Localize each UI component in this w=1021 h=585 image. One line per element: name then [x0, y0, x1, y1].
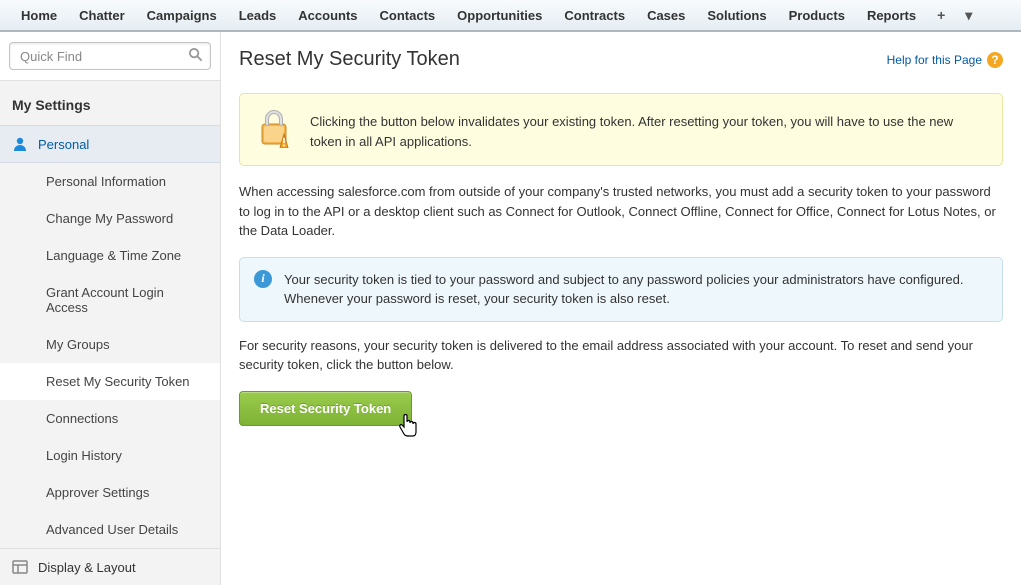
instruction-paragraph: For security reasons, your security toke… [239, 336, 1003, 375]
warning-text: Clicking the button below invalidates yo… [310, 108, 986, 151]
sidebar-item-advanced-user-details[interactable]: Advanced User Details [0, 511, 220, 548]
nav-tab-home[interactable]: Home [10, 0, 68, 31]
person-icon [12, 136, 28, 152]
sidebar-item-personal-information[interactable]: Personal Information [0, 163, 220, 200]
sidebar-item-grant-login-access[interactable]: Grant Account Login Access [0, 274, 220, 326]
nav-tab-cases[interactable]: Cases [636, 0, 696, 31]
nav-tab-reports[interactable]: Reports [856, 0, 927, 31]
sidebar-heading: My Settings [0, 81, 220, 125]
more-tabs-icon[interactable]: ▾ [955, 0, 982, 32]
warning-box: Clicking the button below invalidates yo… [239, 93, 1003, 166]
info-box: i Your security token is tied to your pa… [239, 257, 1003, 322]
nav-tab-chatter[interactable]: Chatter [68, 0, 136, 31]
help-question-icon: ? [987, 52, 1003, 68]
sidebar-category-display-layout[interactable]: Display & Layout [0, 548, 220, 585]
help-link-label: Help for this Page [887, 53, 982, 67]
sidebar-item-language-timezone[interactable]: Language & Time Zone [0, 237, 220, 274]
nav-tab-contracts[interactable]: Contracts [553, 0, 636, 31]
sidebar-category-label: Display & Layout [38, 560, 136, 575]
sidebar-category-personal[interactable]: Personal [0, 125, 220, 163]
reset-security-token-button[interactable]: Reset Security Token [239, 391, 412, 426]
nav-tab-campaigns[interactable]: Campaigns [136, 0, 228, 31]
sidebar-subitems: Personal Information Change My Password … [0, 163, 220, 548]
sidebar-item-login-history[interactable]: Login History [0, 437, 220, 474]
nav-tab-solutions[interactable]: Solutions [696, 0, 777, 31]
nav-tab-leads[interactable]: Leads [228, 0, 288, 31]
intro-paragraph: When accessing salesforce.com from outsi… [239, 182, 1003, 241]
quick-find-input[interactable] [9, 42, 211, 70]
sidebar-item-reset-security-token[interactable]: Reset My Security Token [0, 363, 220, 400]
nav-tab-products[interactable]: Products [778, 0, 856, 31]
page-title: Reset My Security Token [239, 48, 460, 71]
sidebar-item-connections[interactable]: Connections [0, 400, 220, 437]
quick-find-search [9, 42, 211, 70]
sidebar-category-label: Personal [38, 137, 89, 152]
info-text: Your security token is tied to your pass… [284, 270, 988, 309]
sidebar-item-change-password[interactable]: Change My Password [0, 200, 220, 237]
sidebar-item-my-groups[interactable]: My Groups [0, 326, 220, 363]
add-tab-icon[interactable]: + [927, 0, 955, 31]
layout-icon [12, 559, 28, 575]
main-content: Reset My Security Token Help for this Pa… [221, 32, 1021, 585]
nav-tab-opportunities[interactable]: Opportunities [446, 0, 553, 31]
help-link[interactable]: Help for this Page ? [887, 52, 1003, 68]
nav-tab-accounts[interactable]: Accounts [287, 0, 368, 31]
nav-tab-contacts[interactable]: Contacts [369, 0, 447, 31]
lock-warning-icon [256, 108, 292, 151]
top-nav: Home Chatter Campaigns Leads Accounts Co… [0, 0, 1021, 32]
sidebar-item-approver-settings[interactable]: Approver Settings [0, 474, 220, 511]
sidebar: My Settings Personal Personal Informatio… [0, 32, 221, 585]
info-icon: i [254, 270, 272, 288]
